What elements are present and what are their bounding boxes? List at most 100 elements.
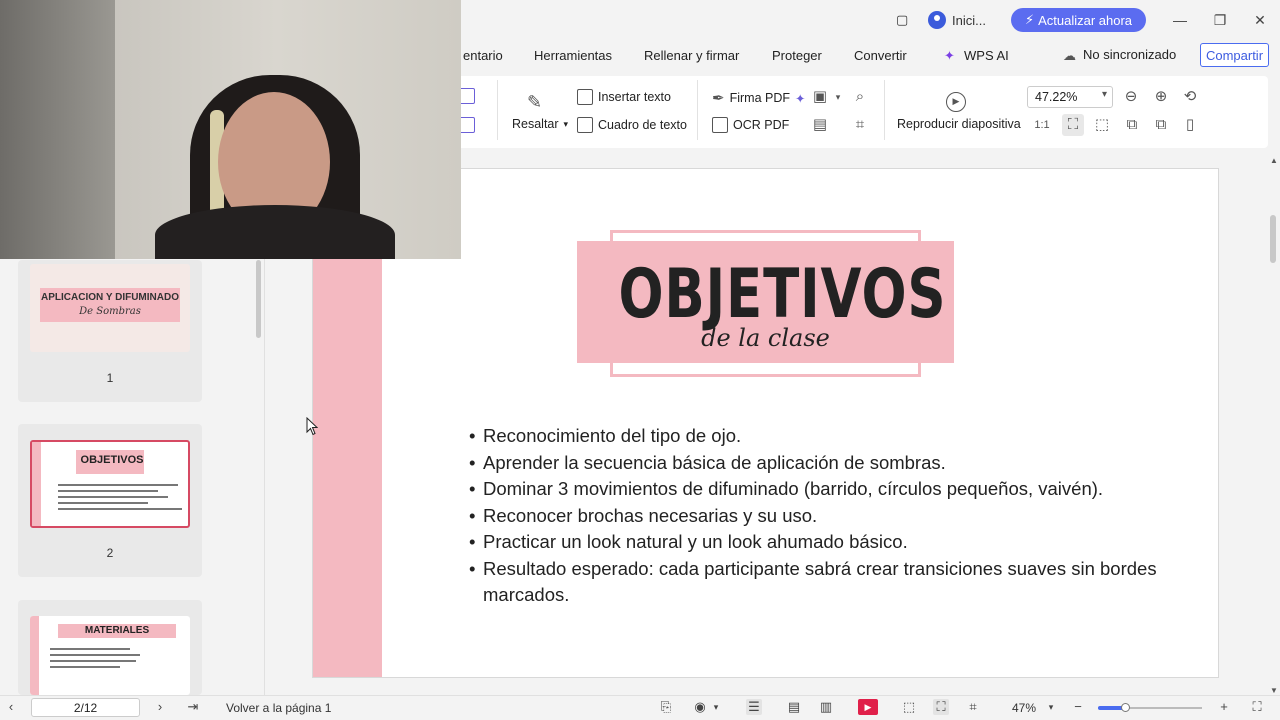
- zoom-out-icon[interactable]: −: [1070, 699, 1086, 715]
- upgrade-label: Actualizar ahora: [1038, 12, 1133, 28]
- sparkle-icon: ✦: [795, 91, 806, 106]
- thumbnail-line: [50, 666, 120, 668]
- slide-subtitle: de la clase: [701, 324, 830, 352]
- fit-width-icon[interactable]: ⬚: [1093, 116, 1111, 134]
- thumbnail-line: [58, 502, 148, 504]
- fit-page-icon[interactable]: ⛶: [933, 699, 949, 715]
- ribbon-separator: [884, 80, 885, 140]
- rotate-icon[interactable]: ⟲: [1181, 88, 1199, 106]
- book-view-icon[interactable]: ▯: [1181, 116, 1199, 134]
- image-icon[interactable]: ▣: [811, 88, 829, 106]
- menu-fill-sign[interactable]: Rellenar y firmar: [644, 48, 739, 63]
- zoom-in-icon[interactable]: ⊕: [1152, 88, 1170, 106]
- restore-icon[interactable]: ❐: [1210, 10, 1230, 30]
- user-avatar-icon: [928, 11, 946, 29]
- thumbnail-line: [50, 660, 136, 662]
- page-number-input[interactable]: 2/12: [31, 698, 140, 717]
- fit-width-icon[interactable]: ⬚: [901, 699, 917, 715]
- menu-protect[interactable]: Proteger: [772, 48, 822, 63]
- menu-convert[interactable]: Convertir: [854, 48, 907, 63]
- share-button[interactable]: Compartir: [1200, 43, 1269, 67]
- cloud-icon: ☁: [1063, 48, 1076, 63]
- menu-comment[interactable]: entario: [463, 48, 503, 63]
- back-to-page-link[interactable]: Volver a la página 1: [226, 701, 331, 715]
- highlighter-icon[interactable]: ✎: [527, 92, 542, 113]
- thumbnail-page-1[interactable]: APLICACION Y DIFUMINADO De Sombras: [30, 264, 190, 352]
- fit-page-icon[interactable]: ⛶: [1062, 114, 1084, 136]
- thumbnail-card-selected[interactable]: OBJETIVOS 2: [18, 424, 202, 577]
- account-label: Inici...: [952, 12, 986, 28]
- rotate-left-icon[interactable]: ⧉: [1123, 116, 1141, 134]
- upgrade-button[interactable]: ⚡ Actualizar ahora: [1011, 8, 1146, 32]
- thumbnail-card[interactable]: APLICACION Y DIFUMINADO De Sombras 1: [18, 260, 202, 402]
- zoom-in-icon[interactable]: +: [1216, 699, 1232, 715]
- highlight-button[interactable]: Resaltar ▾: [512, 117, 568, 131]
- webcam-person-body: [155, 205, 395, 259]
- zoom-select[interactable]: 47.22% ▾: [1027, 86, 1113, 108]
- zoom-slider-handle[interactable]: [1121, 703, 1131, 712]
- continuous-icon[interactable]: ▤: [786, 699, 802, 715]
- insert-text-button[interactable]: Insertar texto: [577, 89, 671, 105]
- highlight-label: Resaltar: [512, 117, 559, 131]
- last-page-icon[interactable]: ⇥: [185, 699, 201, 715]
- play-slideshow-icon[interactable]: ▶: [858, 699, 878, 715]
- menu-tools[interactable]: Herramientas: [534, 48, 612, 63]
- account-button[interactable]: Inici...: [928, 8, 986, 32]
- thumbnail-subtitle: De Sombras: [79, 306, 141, 317]
- page-icon[interactable]: [459, 117, 475, 133]
- chevron-down-icon[interactable]: ▾: [829, 88, 847, 106]
- thumbnail-title: APLICACION Y DIFUMINADO: [41, 292, 179, 303]
- wps-ai-sparkle-icon: ✦: [944, 48, 955, 63]
- screenshot-icon[interactable]: ⌗: [851, 116, 869, 134]
- ocr-button[interactable]: OCR PDF: [712, 117, 789, 133]
- ocr-label: OCR PDF: [733, 118, 790, 132]
- list-item: Resultado esperado: cada participante sa…: [469, 556, 1199, 609]
- scroll-up-icon[interactable]: ▲: [1268, 152, 1280, 170]
- zoom-percent[interactable]: 47%: [1012, 701, 1036, 715]
- sidebar-scrollbar[interactable]: [256, 260, 261, 338]
- actual-size-icon[interactable]: 1:1: [1033, 116, 1051, 134]
- document-scroll-thumb[interactable]: [1270, 215, 1276, 263]
- edit-icon[interactable]: [459, 88, 475, 104]
- slideshow-button[interactable]: Reproducir diapositiva: [897, 117, 1021, 131]
- chevron-down-icon[interactable]: ▾: [1043, 699, 1059, 715]
- play-icon[interactable]: ▶: [946, 92, 966, 112]
- zoom-value: 47.22%: [1035, 90, 1078, 104]
- thumbnail-card[interactable]: MATERIALES: [18, 600, 202, 695]
- thumbnail-page-2[interactable]: OBJETIVOS: [30, 440, 190, 528]
- close-icon[interactable]: ✕: [1250, 10, 1270, 30]
- text-box-icon: [577, 117, 593, 133]
- zoom-out-icon[interactable]: ⊖: [1122, 88, 1140, 106]
- menu-wps-ai[interactable]: WPS AI: [964, 48, 1009, 63]
- window-mode-icon[interactable]: ▢: [896, 8, 908, 32]
- ribbon-separator: [497, 80, 498, 140]
- chevron-down-icon: ▾: [1101, 89, 1107, 100]
- two-page-icon[interactable]: ▥: [818, 699, 834, 715]
- next-page-icon[interactable]: ›: [152, 699, 168, 715]
- translate-icon[interactable]: ▤: [811, 116, 829, 134]
- insert-text-label: Insertar texto: [598, 90, 671, 104]
- thumbnail-line: [58, 484, 178, 486]
- eye-icon[interactable]: ◉: [692, 699, 708, 715]
- slide-title: OBJETIVOS: [618, 255, 947, 334]
- extract-icon[interactable]: ⎘: [658, 699, 674, 715]
- pdf-sign-button[interactable]: ✒ Firma PDF ✦: [712, 89, 805, 107]
- single-page-icon[interactable]: ☰: [746, 699, 762, 715]
- pen-icon: ✒: [712, 90, 725, 107]
- chevron-down-icon[interactable]: ▾: [708, 699, 724, 715]
- sync-status[interactable]: No sincronizado: [1083, 47, 1176, 62]
- crop-icon[interactable]: ⌗: [965, 699, 981, 715]
- minimize-icon[interactable]: —: [1170, 10, 1190, 30]
- text-box-button[interactable]: Cuadro de texto: [577, 117, 687, 133]
- list-item: Reconocer brochas necesarias y su uso.: [469, 503, 1199, 530]
- thumbnail-line: [50, 648, 130, 650]
- prev-page-icon[interactable]: ‹: [3, 699, 19, 715]
- fullscreen-icon[interactable]: ⛶: [1249, 699, 1265, 715]
- thumbnail-page-3[interactable]: MATERIALES: [30, 616, 190, 695]
- search-icon[interactable]: ⌕: [851, 88, 869, 106]
- pdf-sign-label: Firma PDF: [729, 91, 790, 105]
- text-box-label: Cuadro de texto: [598, 118, 687, 132]
- wps-pdf-window: ▢ Inici... ⚡ Actualizar ahora — ❐ ✕ enta…: [0, 0, 1280, 720]
- rotate-right-icon[interactable]: ⧉: [1152, 116, 1170, 134]
- ocr-icon: [712, 117, 728, 133]
